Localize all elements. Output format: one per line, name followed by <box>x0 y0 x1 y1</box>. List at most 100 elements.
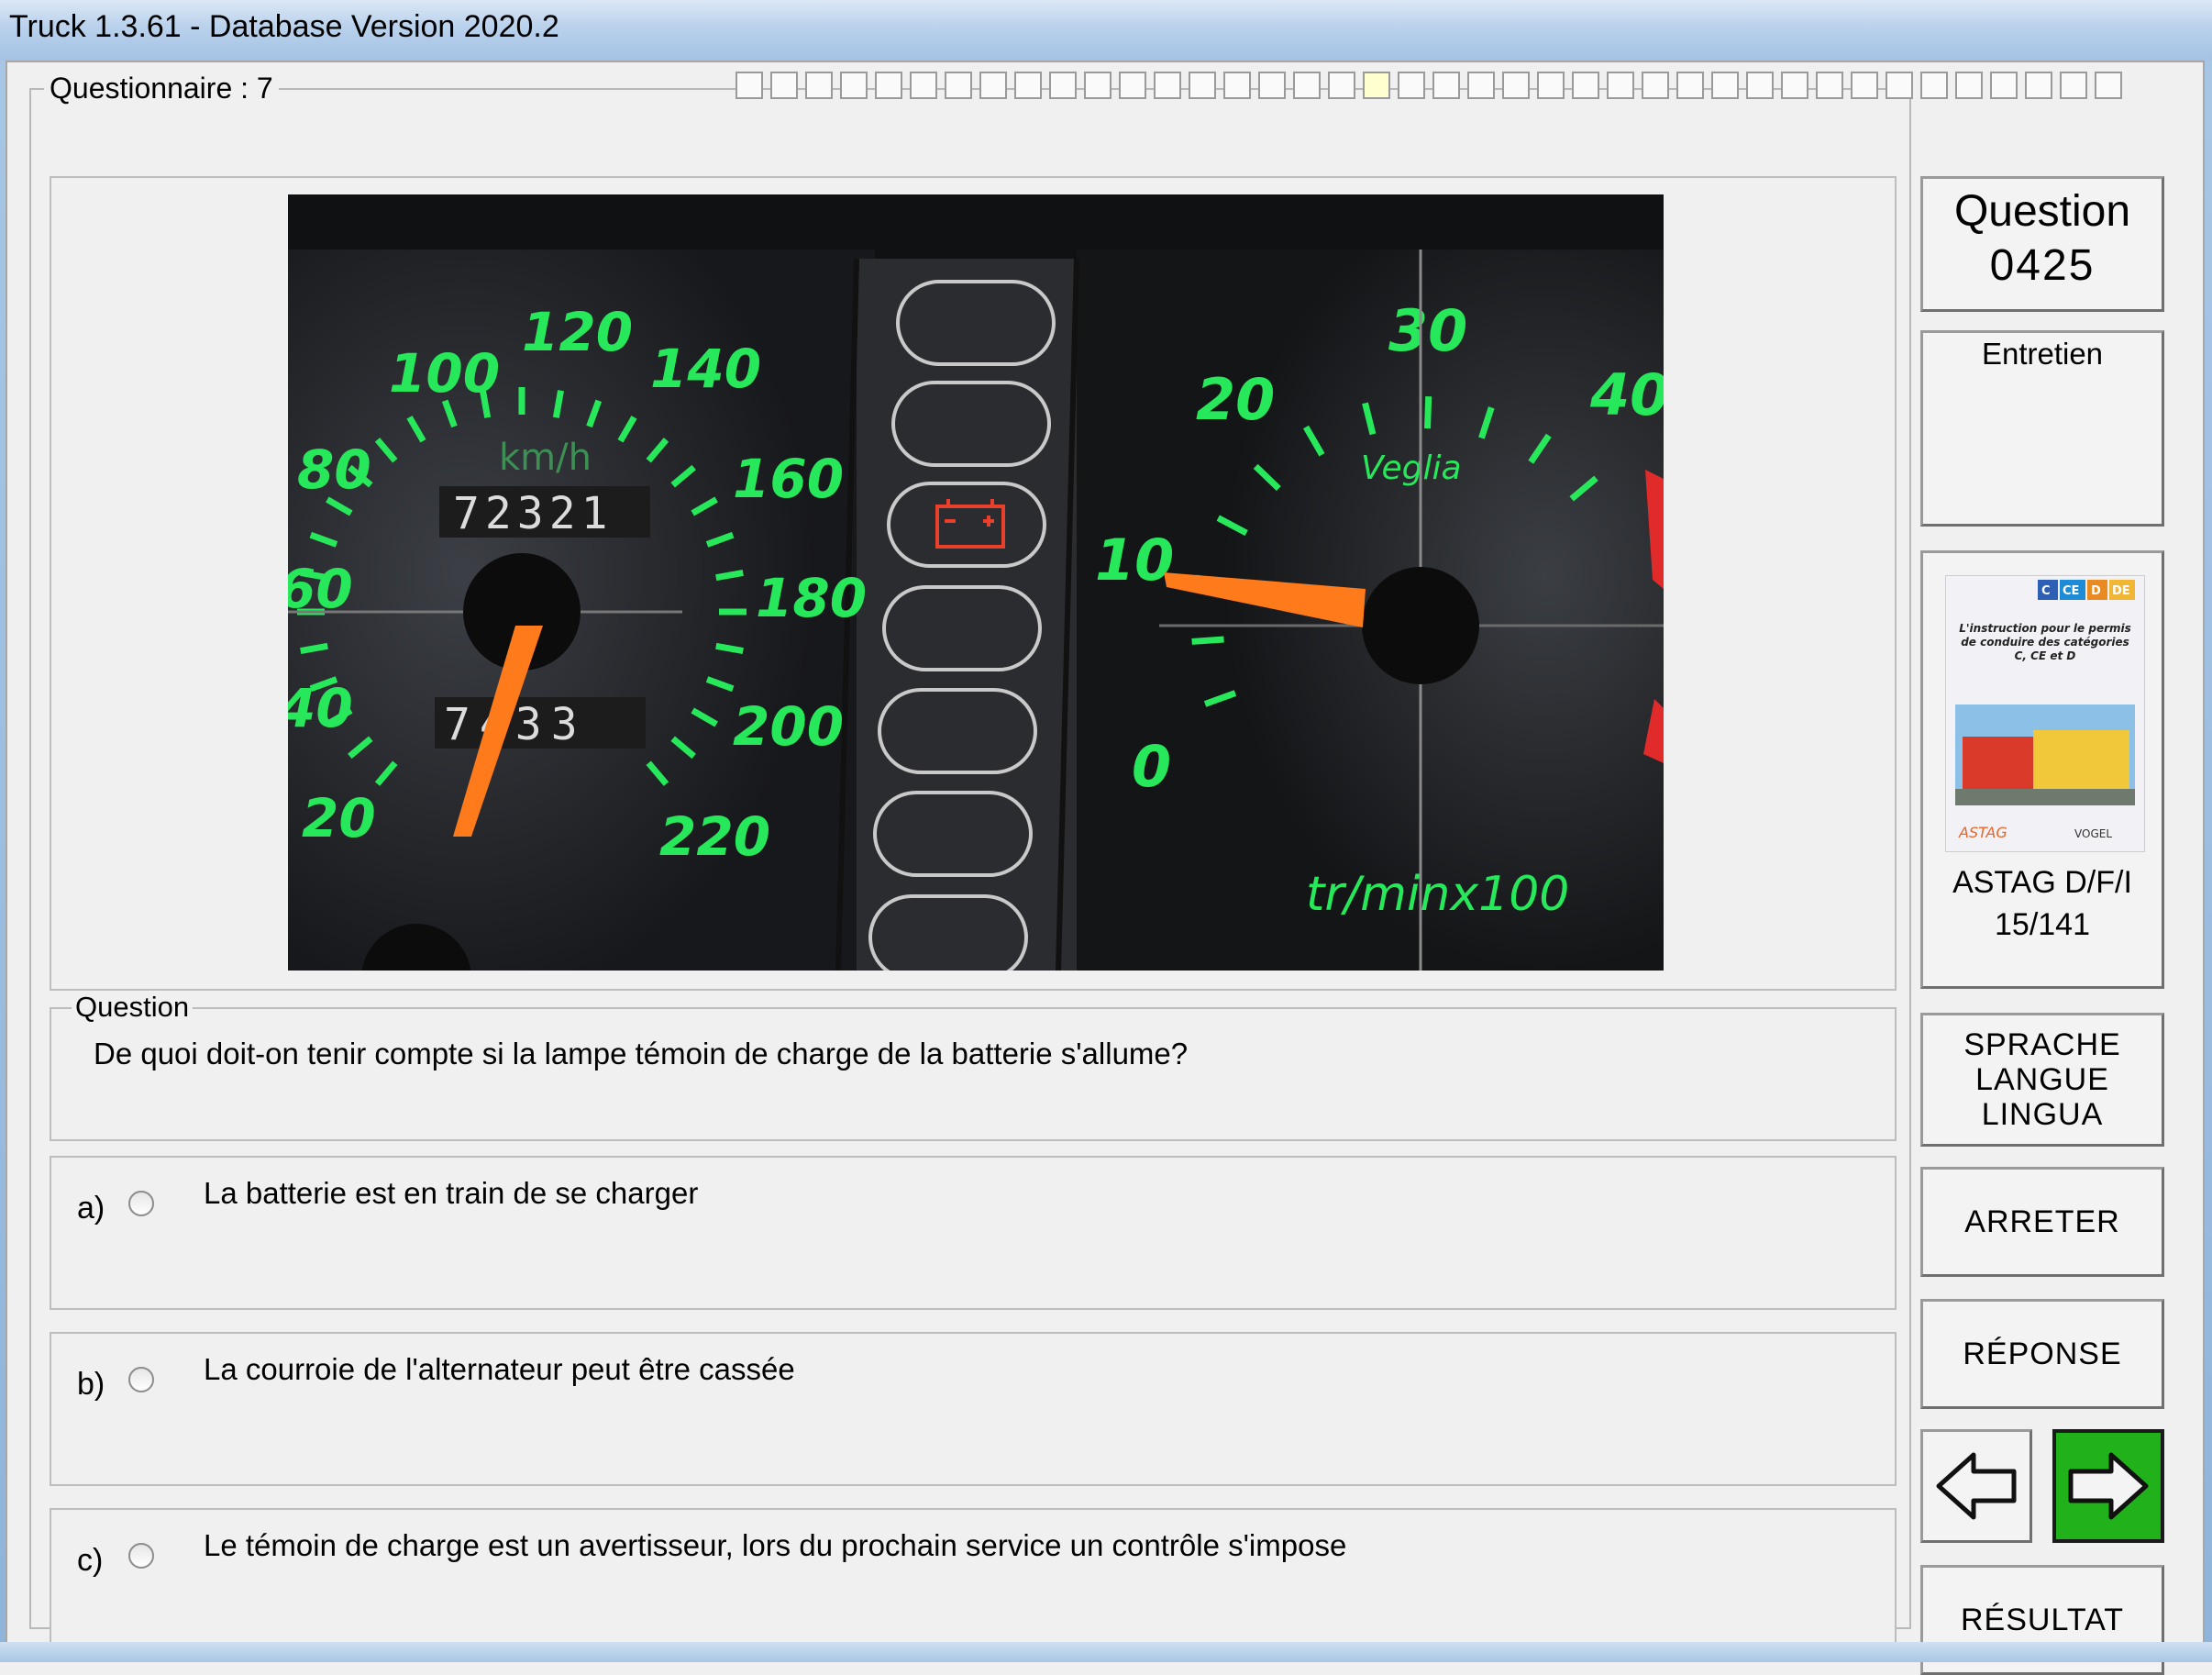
progress-tick <box>1711 72 1739 99</box>
progress-tick <box>875 72 902 99</box>
window-title: Truck 1.3.61 - Database Version 2020.2 <box>9 9 559 44</box>
progress-tick <box>840 72 868 99</box>
svg-text:VOGEL: VOGEL <box>2074 827 2112 840</box>
svg-text:200: 200 <box>733 695 844 758</box>
gauge-tick <box>1424 396 1432 429</box>
progress-tick <box>2060 72 2087 99</box>
progress-tick <box>1049 72 1077 99</box>
category-panel: Entretien <box>1920 330 2164 527</box>
progress-tick <box>1398 72 1425 99</box>
progress-tick <box>1258 72 1286 99</box>
progress-tick <box>945 72 972 99</box>
stop-button[interactable]: ARRETER <box>1920 1167 2164 1277</box>
question-number-label: Question <box>1953 187 2131 236</box>
answer-letter: a) <box>77 1191 105 1226</box>
progress-tick <box>1955 72 1983 99</box>
answer-button[interactable]: RÉPONSE <box>1920 1299 2164 1409</box>
progress-tick <box>1537 72 1565 99</box>
progress-tick <box>1363 72 1390 99</box>
answer-letter: b) <box>77 1367 105 1402</box>
svg-text:180: 180 <box>756 567 867 629</box>
progress-tick <box>1014 72 1042 99</box>
category-label: Entretien <box>1981 337 2104 371</box>
answer-text: La batterie est en train de se charger <box>204 1176 699 1210</box>
reference-book-panel[interactable]: C CE D DE L'instruction pour le permis d… <box>1920 550 2164 989</box>
question-panel: Question De quoi doit-on tenir compte si… <box>50 991 1897 1141</box>
progress-tick <box>1189 72 1216 99</box>
progress-tick <box>910 72 937 99</box>
progress-tick <box>1607 72 1634 99</box>
questionnaire-legend: Questionnaire : 7 <box>44 72 279 105</box>
svg-text:0: 0 <box>1132 733 1171 800</box>
svg-text:10: 10 <box>1095 527 1174 593</box>
progress-tick <box>1676 72 1704 99</box>
svg-text:140: 140 <box>650 338 761 400</box>
answer-c-radio[interactable] <box>128 1543 154 1569</box>
progress-tick <box>1432 72 1460 99</box>
svg-text:D: D <box>2091 584 2101 598</box>
svg-text:100: 100 <box>389 342 500 405</box>
book-pages: 15/141 <box>1995 907 2090 942</box>
progress-tick <box>1851 72 1878 99</box>
question-progress-bar <box>735 72 2122 99</box>
client-area: Questionnaire : 7 20 0 0 80 100 120 140 … <box>6 61 2205 1675</box>
svg-text:km/h: km/h <box>499 437 592 479</box>
progress-tick <box>979 72 1007 99</box>
title-bar[interactable]: Truck 1.3.61 - Database Version 2020.2 <box>0 0 2212 61</box>
book-label: ASTAG D/F/I <box>1952 865 2132 900</box>
svg-text:Veglia: Veglia <box>1361 449 1462 487</box>
svg-text:80: 80 <box>297 438 371 501</box>
gauge-tick <box>1191 636 1224 645</box>
answer-b[interactable]: b) La courroie de l'alternateur peut êtr… <box>50 1332 1897 1486</box>
svg-text:CE: CE <box>2063 584 2079 598</box>
answer-a[interactable]: a) La batterie est en train de se charge… <box>50 1156 1897 1310</box>
svg-text:160: 160 <box>733 448 844 510</box>
svg-text:20: 20 <box>302 787 376 849</box>
progress-tick <box>1154 72 1181 99</box>
progress-tick <box>1572 72 1599 99</box>
answer-letter: c) <box>77 1543 104 1578</box>
dashboard-photo: 20 40 60 80 100 120 140 160 180 200 220 … <box>288 194 1664 971</box>
svg-text:40: 40 <box>288 677 353 739</box>
progress-tick <box>735 72 763 99</box>
progress-tick <box>1746 72 1774 99</box>
progress-tick <box>1816 72 1843 99</box>
arrow-right-icon <box>2068 1452 2149 1520</box>
svg-text:tr/minx100: tr/minx100 <box>1306 867 1569 922</box>
progress-tick <box>770 72 798 99</box>
language-line: LANGUE <box>1975 1062 2109 1097</box>
progress-tick <box>1642 72 1669 99</box>
svg-text:40: 40 <box>1589 361 1664 428</box>
answer-b-radio[interactable] <box>128 1367 154 1392</box>
question-number: 0425 <box>1989 241 2096 290</box>
progress-tick <box>805 72 833 99</box>
progress-tick <box>1223 72 1251 99</box>
svg-text:30: 30 <box>1388 297 1467 364</box>
answer-c[interactable]: c) Le témoin de charge est un avertisseu… <box>50 1508 1897 1662</box>
svg-text:DE: DE <box>2112 584 2130 598</box>
progress-tick <box>1886 72 1913 99</box>
answer-a-radio[interactable] <box>128 1191 154 1216</box>
progress-tick <box>1119 72 1146 99</box>
question-number-panel: Question 0425 <box>1920 176 2164 312</box>
book-cover-image: C CE D DE L'instruction pour le permis d… <box>1945 575 2145 852</box>
arrow-left-icon <box>1936 1452 2017 1520</box>
progress-tick <box>2025 72 2052 99</box>
question-legend: Question <box>72 991 194 1024</box>
progress-tick <box>1293 72 1321 99</box>
language-button[interactable]: SPRACHE LANGUE LINGUA <box>1920 1013 2164 1147</box>
progress-tick <box>1781 72 1808 99</box>
answer-text: Le témoin de charge est un avertisseur, … <box>204 1528 1347 1562</box>
svg-text:ASTAG: ASTAG <box>1958 824 2007 841</box>
language-line: SPRACHE <box>1963 1027 2121 1062</box>
previous-question-button[interactable] <box>1920 1429 2032 1543</box>
progress-tick <box>1502 72 1530 99</box>
svg-text:120: 120 <box>522 301 633 363</box>
progress-tick <box>1920 72 1948 99</box>
window-bottom-border <box>0 1642 2212 1662</box>
svg-text:C: C <box>2041 584 2051 598</box>
language-line: LINGUA <box>1981 1097 2104 1132</box>
svg-text:20: 20 <box>1196 366 1275 433</box>
next-question-button[interactable] <box>2052 1429 2164 1543</box>
progress-tick <box>1990 72 2018 99</box>
